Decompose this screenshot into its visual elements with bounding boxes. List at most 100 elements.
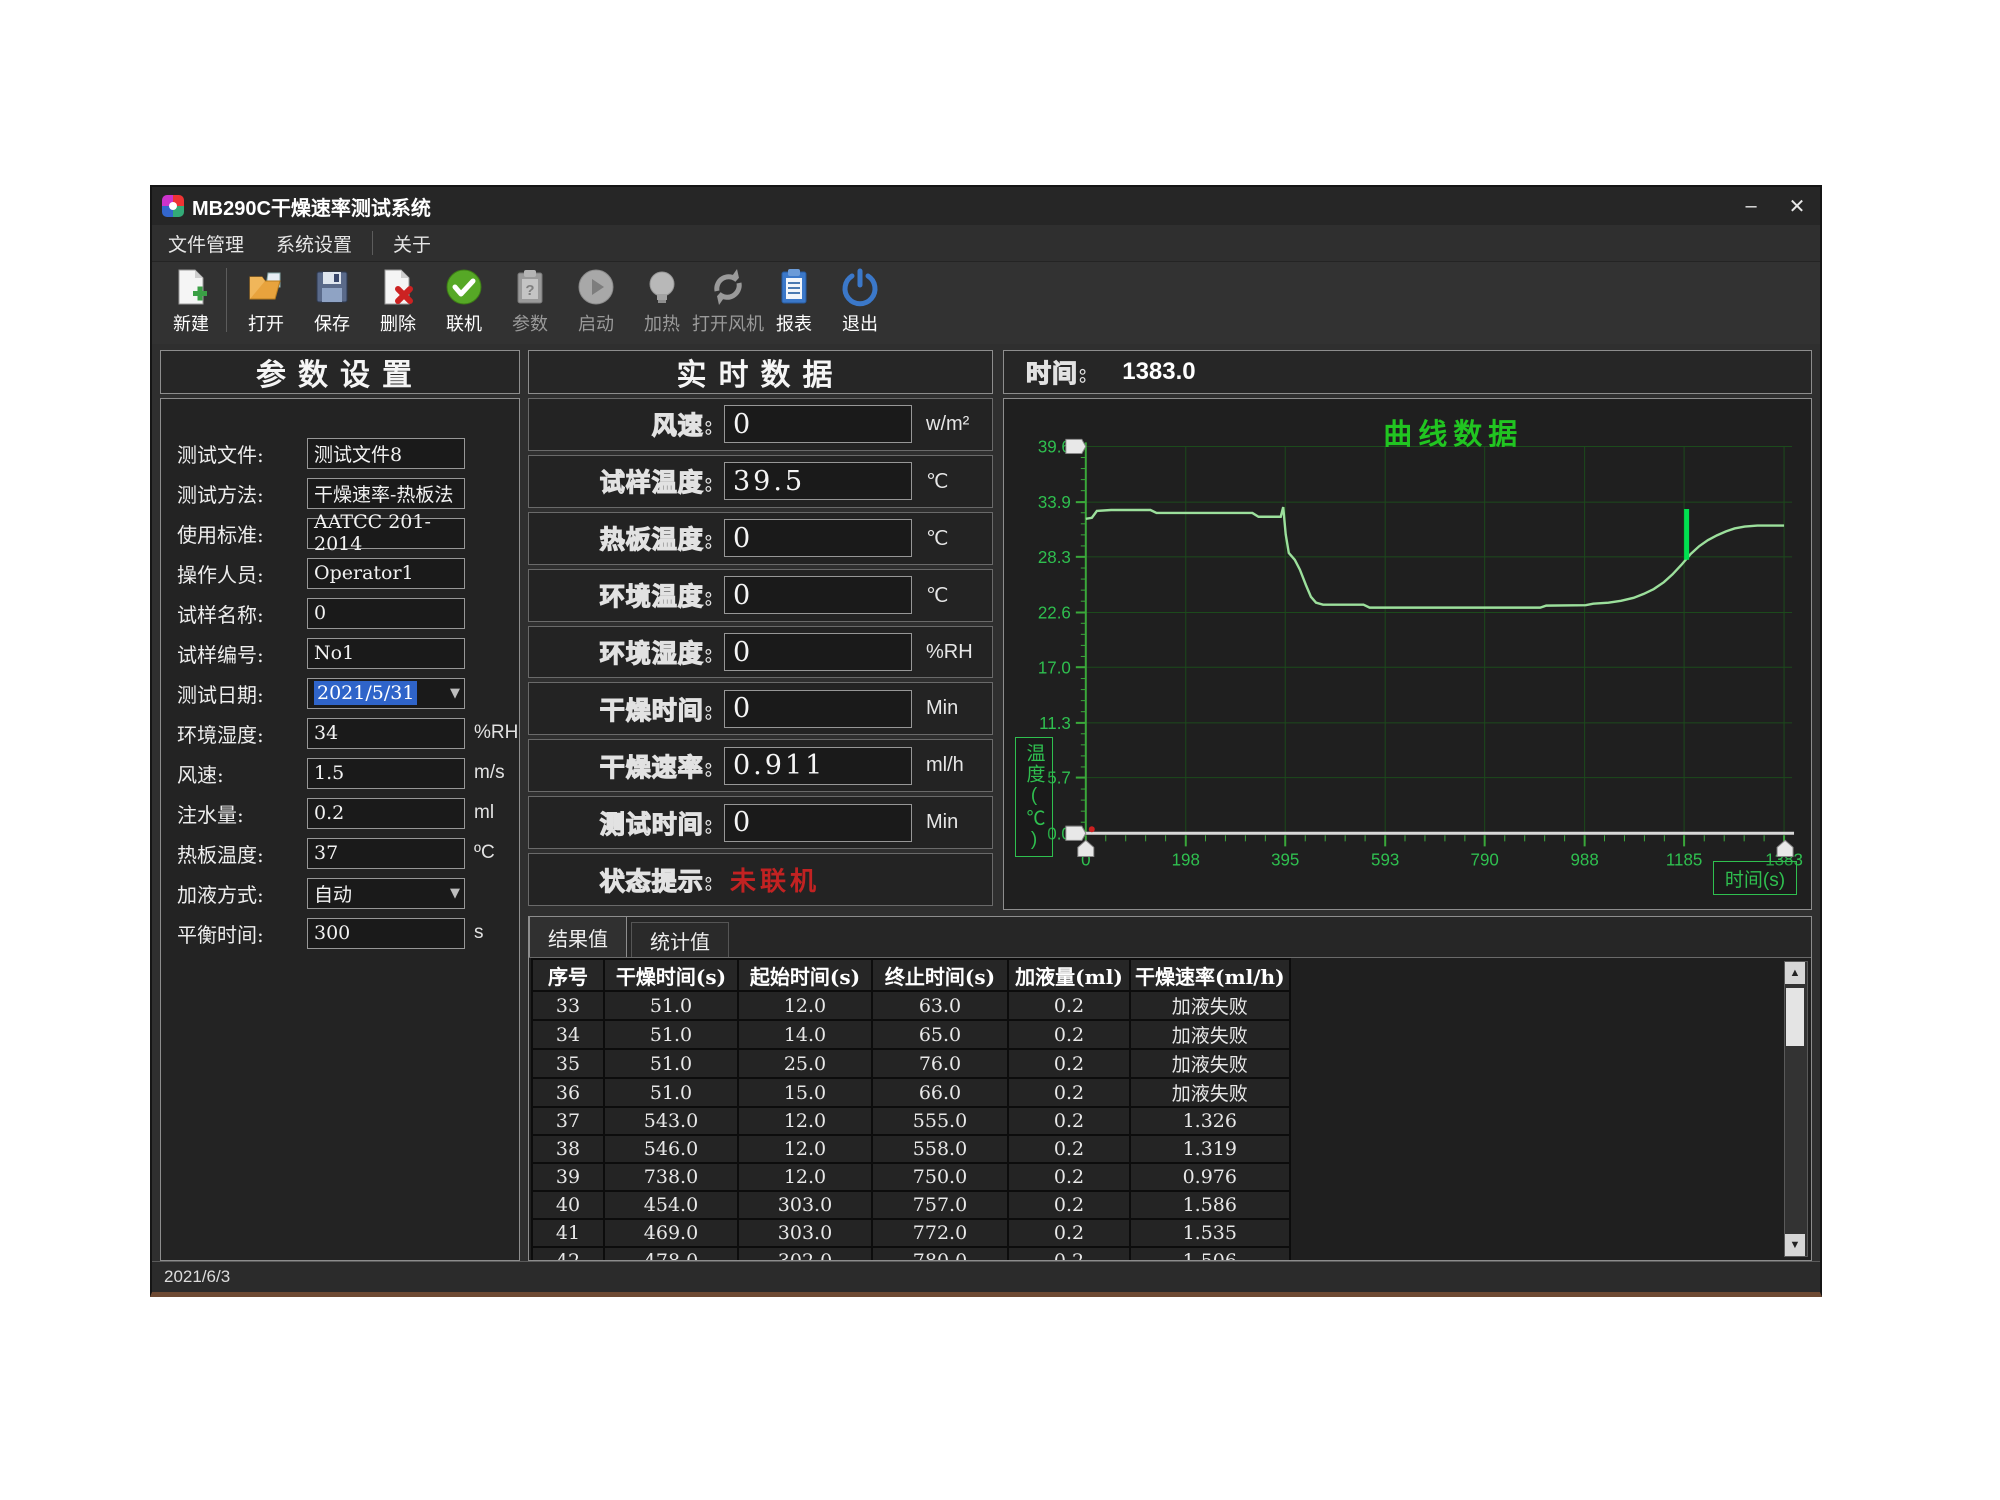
table-row[interactable]: 40454.0303.0757.00.21.586 — [532, 1191, 1290, 1219]
realtime-value-box[interactable]: 0 — [724, 690, 912, 728]
realtime-value-box[interactable]: 39.5 — [724, 462, 912, 500]
tab-结果值[interactable]: 结果值 — [529, 916, 627, 957]
table-cell: 12.0 — [738, 1107, 872, 1135]
menu-item-3[interactable]: 关于 — [377, 230, 447, 257]
realtime-unit: ml/h — [926, 754, 964, 777]
param-field-input[interactable]: 1.5 — [307, 758, 465, 789]
top-row: 实时数据 风速:0w/m²试样温度:39.5℃热板温度:0℃环境温度:0℃环境湿… — [528, 350, 1812, 910]
toolbar-button-label: 加热 — [644, 310, 680, 336]
toolbar-button-报表[interactable]: 报表 — [761, 262, 827, 344]
realtime-value-box[interactable]: 0 — [724, 519, 912, 557]
table-cell: 63.0 — [872, 991, 1008, 1020]
scroll-up-button[interactable]: ▲ — [1785, 962, 1805, 984]
column-header-5[interactable]: 加液量(ml) — [1008, 959, 1130, 991]
realtime-value-box[interactable]: 0 — [724, 576, 912, 614]
scroll-down-button[interactable]: ▼ — [1785, 1234, 1805, 1256]
x-axis-end-marker[interactable] — [1777, 840, 1793, 856]
toolbar-button-新建[interactable]: 新建 — [158, 262, 224, 344]
param-field-input[interactable]: 测试文件8 — [307, 438, 465, 469]
params-panel-title: 参数设置 — [256, 350, 424, 394]
table-cell: 0.2 — [1008, 1049, 1130, 1078]
chevron-down-icon[interactable]: ▼ — [450, 686, 460, 701]
minimize-button[interactable]: – — [1728, 187, 1774, 225]
table-row[interactable]: 41469.0303.0772.00.21.535 — [532, 1219, 1290, 1247]
param-field-label: 使用标准: — [177, 519, 307, 548]
x-tick-label: 198 — [1172, 850, 1200, 869]
column-header-6[interactable]: 干燥速率(ml/h) — [1130, 959, 1290, 991]
toolbar-button-退出[interactable]: 退出 — [827, 262, 893, 344]
table-row[interactable]: 3351.012.063.00.2加液失败 — [532, 991, 1290, 1020]
param-field-input[interactable]: 自动 ▼ — [307, 878, 465, 909]
column-header-2[interactable]: 干燥时间(s) — [604, 959, 738, 991]
toolbar-button-打开[interactable]: 打开 — [233, 262, 299, 344]
toolbar-button-label: 保存 — [314, 310, 350, 336]
toolbar-button-保存[interactable]: 保存 — [299, 262, 365, 344]
toolbar-button-联机[interactable]: 联机 — [431, 262, 497, 344]
results-table-panel: 结果值统计值 序号干燥时间(s)起始时间(s)终止时间(s)加液量(ml)干燥速… — [528, 916, 1812, 1261]
x-axis-origin-marker[interactable] — [1078, 840, 1094, 856]
param-field-row: 试样名称:0 — [161, 593, 519, 633]
param-field-label: 加液方式: — [177, 879, 307, 908]
time-label: 时间: — [1026, 354, 1088, 390]
x-tick-label: 988 — [1570, 850, 1598, 869]
param-field-label: 试样名称: — [177, 599, 307, 628]
table-row[interactable]: 3551.025.076.00.2加液失败 — [532, 1049, 1290, 1078]
table-cell: 51.0 — [604, 1049, 738, 1078]
realtime-label: 试样温度: — [529, 463, 714, 499]
param-field-row: 测试文件:测试文件8 — [161, 433, 519, 473]
column-header-1[interactable]: 序号 — [532, 959, 604, 991]
param-field-input[interactable]: AATCC 201-2014 — [307, 518, 465, 549]
param-field-input[interactable]: 干燥速率-热板法 — [307, 478, 465, 509]
y-axis-top-marker[interactable] — [1066, 439, 1086, 453]
realtime-value-box[interactable]: 0 — [724, 804, 912, 842]
realtime-value-box[interactable]: 0 — [724, 405, 912, 443]
chevron-down-icon[interactable]: ▼ — [450, 886, 460, 901]
param-field-input[interactable]: Operator1 — [307, 558, 465, 589]
column-header-4[interactable]: 终止时间(s) — [872, 959, 1008, 991]
param-field-input[interactable]: 300 — [307, 918, 465, 949]
realtime-label: 干燥时间: — [529, 691, 714, 727]
menu-item-2[interactable]: 系统设置 — [260, 230, 368, 257]
scrollbar-thumb[interactable] — [1786, 988, 1804, 1046]
table-row[interactable]: 38546.012.0558.00.21.319 — [532, 1135, 1290, 1163]
table-row[interactable]: 39738.012.0750.00.20.976 — [532, 1163, 1290, 1191]
y-axis-origin-marker[interactable] — [1066, 826, 1086, 840]
table-cell: 555.0 — [872, 1107, 1008, 1135]
param-field-input[interactable]: No1 — [307, 638, 465, 669]
toolbar-button-label: 删除 — [380, 310, 416, 336]
chart-time-header: 时间: 1383.0 — [1003, 350, 1812, 394]
param-field-value: 自动 — [314, 880, 352, 907]
param-field-input[interactable]: 2021/5/31▼ — [307, 678, 465, 709]
param-field-input[interactable]: 34 — [307, 718, 465, 749]
table-cell: 25.0 — [738, 1049, 872, 1078]
chart-panel: 时间: 1383.0 0.05.711.317.022.628.333.939.… — [1003, 350, 1812, 910]
table-cell: 0.2 — [1008, 1247, 1130, 1261]
table-cell: 40 — [532, 1191, 604, 1219]
close-button[interactable]: ✕ — [1774, 187, 1820, 225]
table-cell: 加液失败 — [1130, 1049, 1290, 1078]
temperature-curve — [1086, 507, 1784, 608]
realtime-value-box[interactable]: 0 — [724, 633, 912, 671]
toolbar-button-删除[interactable]: 删除 — [365, 262, 431, 344]
table-row[interactable]: 3451.014.065.00.2加液失败 — [532, 1020, 1290, 1049]
table-scrollbar[interactable]: ▲ ▼ — [1784, 961, 1808, 1257]
table-cell: 66.0 — [872, 1078, 1008, 1107]
new-file-icon — [170, 266, 212, 308]
column-header-3[interactable]: 起始时间(s) — [738, 959, 872, 991]
param-field-row: 测试日期:2021/5/31▼ — [161, 673, 519, 713]
menu-item-1[interactable]: 文件管理 — [152, 230, 260, 257]
table-row[interactable]: 37543.012.0555.00.21.326 — [532, 1107, 1290, 1135]
param-field-unit: ml — [474, 802, 494, 824]
param-field-input[interactable]: 37 — [307, 838, 465, 869]
status-row: 状态提示:未联机 — [528, 853, 993, 906]
heat-bulb-icon — [641, 266, 683, 308]
param-field-input[interactable]: 0.2 — [307, 798, 465, 829]
param-field-unit: %RH — [474, 722, 518, 744]
table-row[interactable]: 3651.015.066.00.2加液失败 — [532, 1078, 1290, 1107]
desktop: MB290C干燥速率测试系统 – ✕ 文件管理系统设置关于 新建打开保存删除联机… — [0, 0, 2000, 1500]
tab-统计值[interactable]: 统计值 — [631, 922, 729, 957]
results-table-head: 序号干燥时间(s)起始时间(s)终止时间(s)加液量(ml)干燥速率(ml/h) — [532, 959, 1290, 991]
table-row[interactable]: 42478.0302.0780.00.21.506 — [532, 1247, 1290, 1261]
realtime-value-box[interactable]: 0.911 — [724, 747, 912, 785]
param-field-input[interactable]: 0 — [307, 598, 465, 629]
